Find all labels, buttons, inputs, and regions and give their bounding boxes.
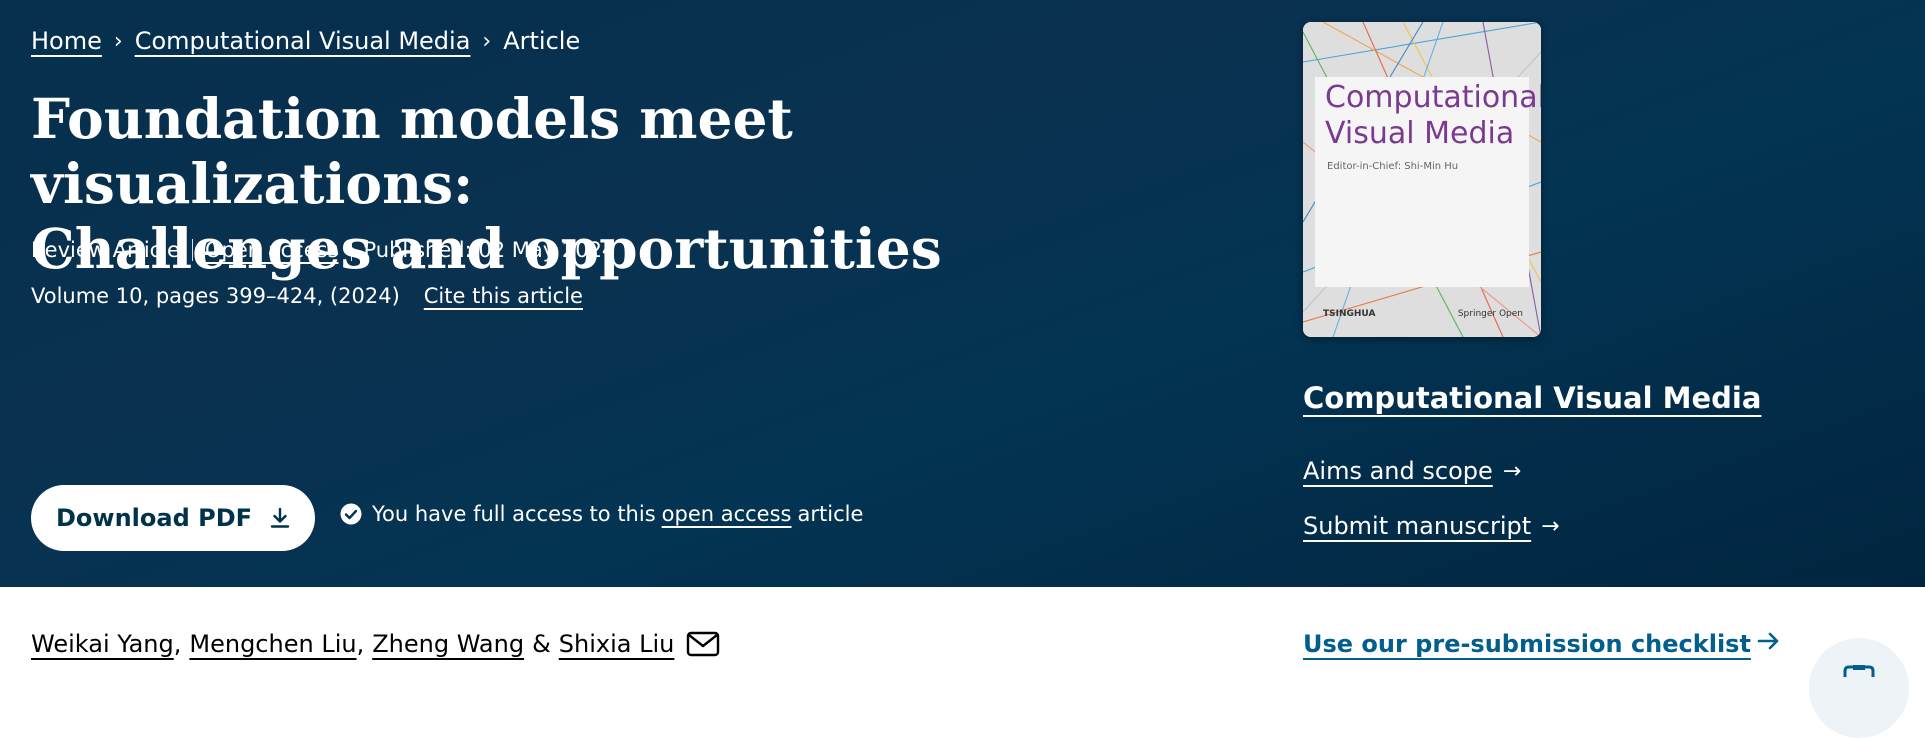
article-volume-info: Volume 10, pages 399–424, (2024) Cite th… <box>31 284 583 308</box>
author-link[interactable]: Zheng Wang <box>372 630 524 658</box>
article-hero: Home › Computational Visual Media › Arti… <box>0 0 1925 587</box>
cover-title-line-2: Visual Media <box>1325 116 1515 151</box>
access-suffix: article <box>797 502 864 526</box>
author-link[interactable]: Mengchen Liu <box>189 630 356 658</box>
divider <box>191 239 193 261</box>
cover-editor: Editor-in-Chief: Shi-Min Hu <box>1327 161 1459 172</box>
download-pdf-label: Download PDF <box>55 504 253 532</box>
title-line-1: Foundation models meet visualizations: <box>31 86 793 216</box>
cite-article-link[interactable]: Cite this article <box>424 284 583 308</box>
separator-ampersand: & <box>532 630 551 658</box>
author-link[interactable]: Weikai Yang <box>31 630 174 658</box>
article-meta: Review Article Open access Published: 02… <box>31 238 615 262</box>
separator-comma: , <box>356 630 365 658</box>
submit-manuscript-link[interactable]: Submit manuscript → <box>1303 512 1560 540</box>
cover-title: Computational Visual Media <box>1325 80 1541 152</box>
chevron-right-icon: › <box>113 28 123 54</box>
access-prefix: You have full access to this <box>372 502 656 526</box>
cover-publisher-tsinghua: TSINGHUA <box>1323 309 1376 319</box>
arrow-right-icon: → <box>1541 513 1560 539</box>
arrow-right-icon <box>1757 630 1781 658</box>
breadcrumb-journal-link[interactable]: Computational Visual Media <box>135 27 471 55</box>
breadcrumb-current: Article <box>503 27 581 55</box>
download-icon <box>270 507 290 529</box>
journal-cover-image[interactable]: Computational Visual Media Editor-in-Chi… <box>1303 22 1541 337</box>
author-list: Weikai Yang, Mengchen Liu, Zheng Wang & … <box>31 630 720 658</box>
open-access-link[interactable]: Open access <box>205 238 339 262</box>
arrow-right-icon: → <box>1502 458 1522 484</box>
published-date: Published: 02 May 2024 <box>363 238 616 262</box>
divider <box>350 239 352 261</box>
check-circle-icon <box>340 503 362 525</box>
download-pdf-button[interactable]: Download PDF <box>31 485 315 551</box>
cover-title-line-1: Computational <box>1325 80 1541 115</box>
author-link[interactable]: Shixia Liu <box>559 630 675 658</box>
separator-comma: , <box>173 630 182 658</box>
breadcrumb: Home › Computational Visual Media › Arti… <box>31 27 580 55</box>
cart-button[interactable] <box>1809 638 1909 738</box>
aims-and-scope-label: Aims and scope <box>1303 457 1493 485</box>
mail-icon[interactable] <box>686 631 720 657</box>
chevron-right-icon: › <box>482 28 492 54</box>
pre-submission-checklist-link[interactable]: Use our pre-submission checklist <box>1303 630 1781 658</box>
access-notice: You have full access to this open access… <box>340 502 863 526</box>
access-open-access-link[interactable]: open access <box>662 502 792 526</box>
aims-and-scope-link[interactable]: Aims and scope → <box>1303 457 1521 485</box>
cart-icon <box>1841 664 1877 738</box>
pre-submission-checklist-label: Use our pre-submission checklist <box>1303 630 1751 658</box>
cover-publisher-springer: Springer Open <box>1457 309 1523 319</box>
breadcrumb-home-link[interactable]: Home <box>31 27 102 55</box>
volume-pages: Volume 10, pages 399–424, (2024) <box>31 284 400 308</box>
article-type: Review Article <box>31 238 180 262</box>
submit-manuscript-label: Submit manuscript <box>1303 512 1532 540</box>
journal-title-link[interactable]: Computational Visual Media <box>1303 381 1761 415</box>
